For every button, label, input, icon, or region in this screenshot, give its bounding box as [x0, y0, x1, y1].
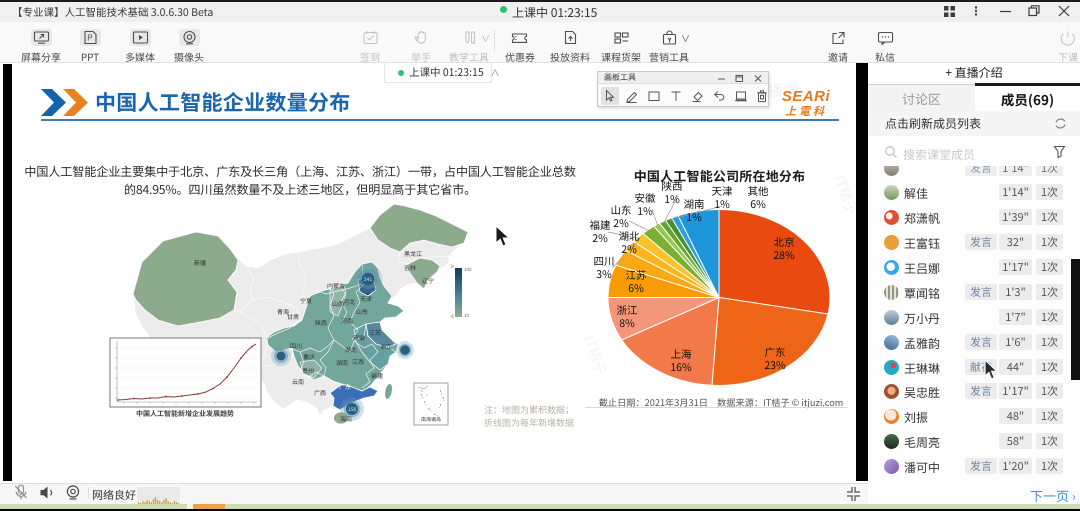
- svg-text:辽宁: 辽宁: [422, 276, 434, 285]
- svg-text:山东: 山东: [356, 307, 368, 316]
- svg-text:江苏: 江苏: [369, 328, 381, 337]
- svg-text:重庆: 重庆: [303, 352, 315, 361]
- svg-text:158: 158: [348, 406, 357, 413]
- svg-text:云南: 云南: [292, 377, 304, 386]
- svg-text:河南: 河南: [341, 316, 353, 325]
- svg-text:浙江: 浙江: [380, 342, 392, 351]
- svg-text:江西: 江西: [352, 357, 364, 366]
- svg-text:内蒙古: 内蒙古: [327, 281, 345, 290]
- svg-text:新疆: 新疆: [194, 258, 206, 267]
- svg-text:河北: 河北: [343, 297, 355, 306]
- svg-text:贵州: 贵州: [302, 366, 314, 375]
- svg-text:10: 10: [464, 313, 469, 319]
- svg-text:P: P: [87, 34, 92, 43]
- svg-text:黑龙江: 黑龙江: [404, 249, 422, 258]
- svg-text:福建: 福建: [371, 371, 383, 380]
- svg-text:安徽: 安徽: [353, 333, 365, 342]
- svg-text:甘肃: 甘肃: [287, 312, 299, 321]
- svg-text:湖南: 湖南: [336, 358, 348, 367]
- svg-text:吉林: 吉林: [404, 263, 416, 272]
- svg-text:广东: 广东: [339, 382, 351, 391]
- svg-text:≤: ≤: [450, 314, 455, 320]
- svg-text:南海诸岛: 南海诸岛: [421, 416, 441, 423]
- svg-text:天津: 天津: [360, 294, 372, 303]
- svg-text:四川: 四川: [290, 341, 302, 350]
- svg-text:100: 100: [464, 267, 472, 273]
- svg-text:湖北: 湖北: [345, 345, 357, 354]
- svg-text:241: 241: [364, 276, 373, 283]
- svg-text:≥: ≥: [450, 264, 455, 270]
- svg-text:广西: 广西: [314, 388, 326, 397]
- svg-text:宁夏: 宁夏: [300, 296, 312, 305]
- svg-text:陕西: 陕西: [315, 318, 327, 327]
- svg-text:中国人工智能新增企业发展趋势: 中国人工智能新增企业发展趋势: [136, 409, 234, 419]
